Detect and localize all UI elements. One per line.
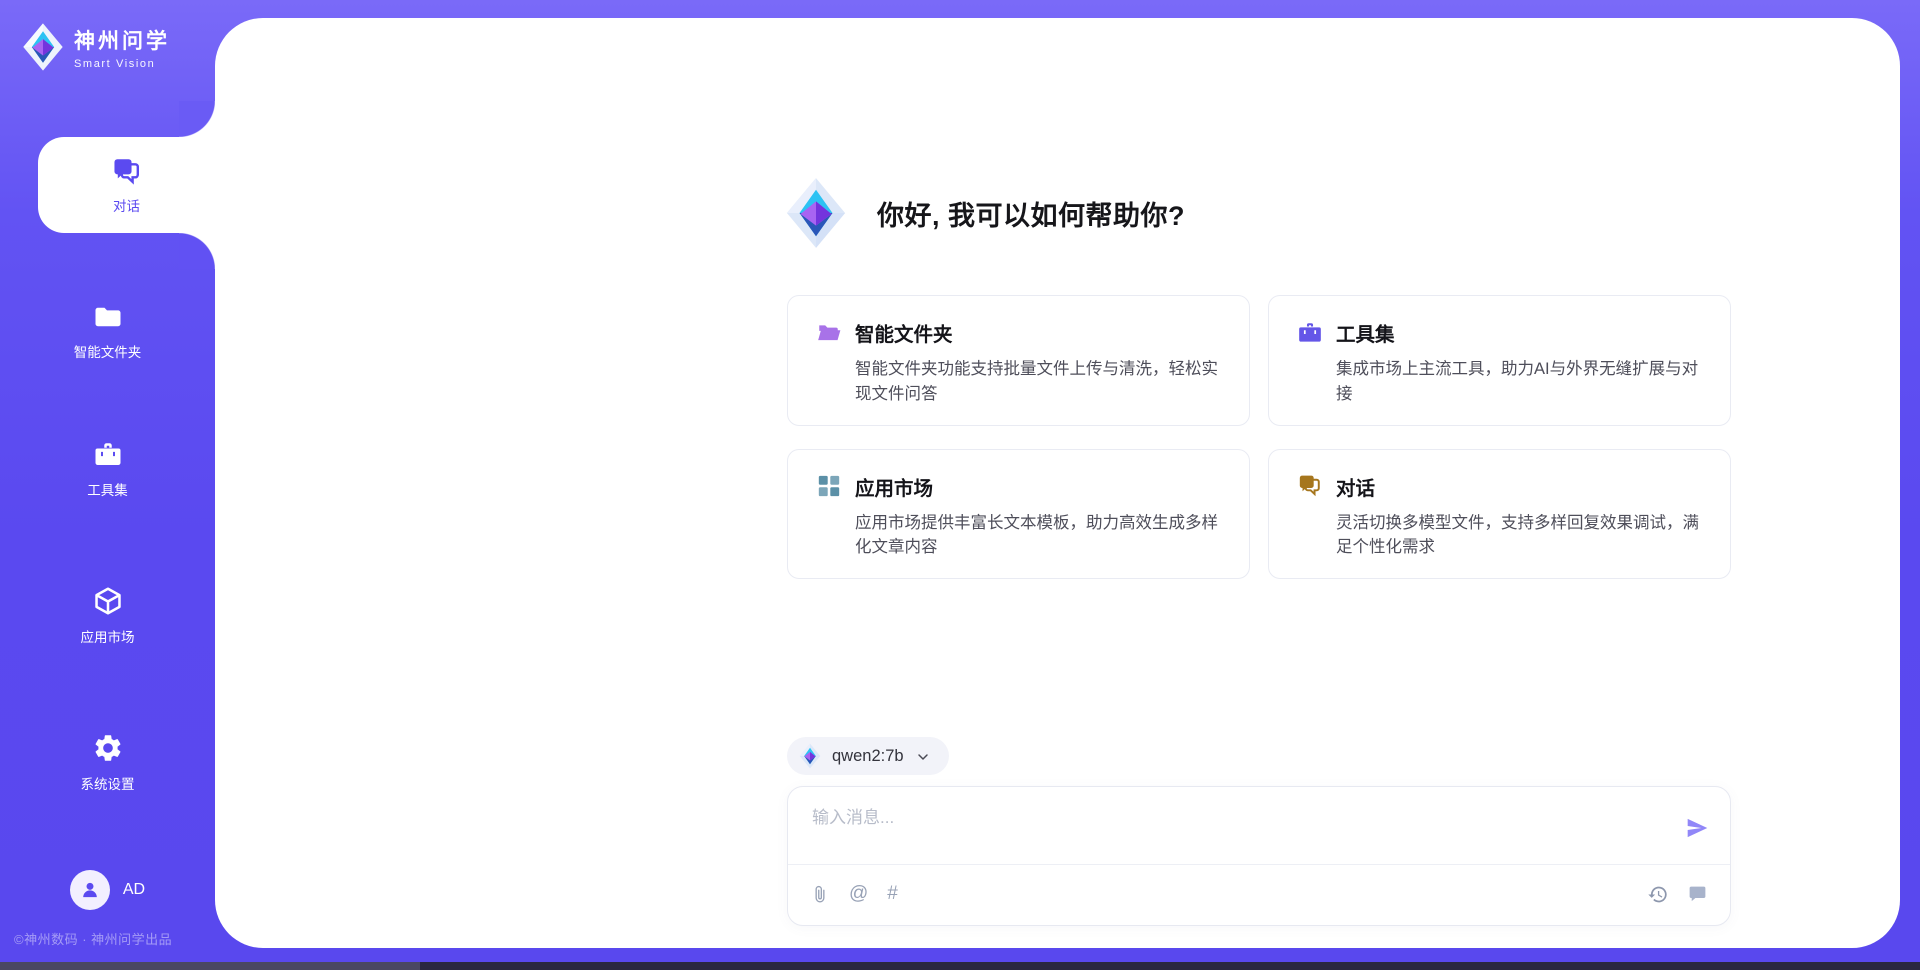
brand-text: 神州问学 Smart Vision <box>74 25 170 70</box>
chat-icon <box>111 156 143 188</box>
card-head: 应用市场 <box>816 472 1225 501</box>
card-toolset[interactable]: 工具集 集成市场上主流工具，助力AI与外界无缝扩展与对接 <box>1268 295 1731 426</box>
sidebar-item-label: 智能文件夹 <box>74 341 142 361</box>
model-selector[interactable]: qwen2:7b <box>787 737 949 775</box>
avatar <box>70 870 110 910</box>
card-title: 智能文件夹 <box>855 318 953 347</box>
sidebar-item-label: 系统设置 <box>81 773 135 793</box>
model-name: qwen2:7b <box>832 747 904 766</box>
sidebar-item-chat[interactable]: 对话 <box>38 137 215 233</box>
card-description: 集成市场上主流工具，助力AI与外界无缝扩展与对接 <box>1336 357 1706 407</box>
greeting-block: 你好, 我可以如何帮助你? <box>785 176 1185 250</box>
bottom-scrollbar[interactable] <box>0 962 1920 970</box>
card-app-market[interactable]: 应用市场 应用市场提供丰富长文本模板，助力高效生成多样化文章内容 <box>787 449 1250 580</box>
card-head: 对话 <box>1297 472 1706 501</box>
card-head: 智能文件夹 <box>816 318 1225 347</box>
brand-subtitle: Smart Vision <box>74 58 170 70</box>
user-name: AD <box>123 881 145 899</box>
sidebar-item-app-market[interactable]: 应用市场 <box>0 585 215 646</box>
composer-toolbar: @ # <box>788 863 1730 925</box>
card-description: 应用市场提供丰富长文本模板，助力高效生成多样化文章内容 <box>855 511 1225 561</box>
history-button[interactable] <box>1647 884 1668 905</box>
assistant-diamond-icon <box>785 176 847 250</box>
message-icon <box>1687 884 1708 905</box>
feature-cards: 智能文件夹 智能文件夹功能支持批量文件上传与清洗，轻松实现文件问答 工具集 集成… <box>787 295 1731 579</box>
chevron-down-icon <box>915 749 931 765</box>
card-title: 工具集 <box>1336 318 1395 347</box>
copyright-footer: ©神州数码 · 神州问学出品 <box>14 929 214 948</box>
gear-icon <box>92 732 124 764</box>
send-button[interactable] <box>1682 813 1712 843</box>
greeting-title: 你好, 我可以如何帮助你? <box>877 194 1185 233</box>
message-input[interactable] <box>812 803 1642 855</box>
paperclip-icon <box>810 884 830 904</box>
user-account[interactable]: AD <box>0 870 215 910</box>
cube-icon <box>92 585 124 617</box>
card-description: 智能文件夹功能支持批量文件上传与清洗，轻松实现文件问答 <box>855 357 1225 407</box>
sidebar-item-settings[interactable]: 系统设置 <box>0 732 215 793</box>
card-description: 灵活切换多模型文件，支持多样回复效果调试，满足个性化需求 <box>1336 511 1706 561</box>
card-head: 工具集 <box>1297 318 1706 347</box>
toolbox-icon <box>1297 320 1323 346</box>
brand-diamond-icon <box>22 22 64 72</box>
message-composer: @ # <box>787 786 1731 926</box>
history-icon <box>1647 884 1668 905</box>
card-smart-folder[interactable]: 智能文件夹 智能文件夹功能支持批量文件上传与清洗，轻松实现文件问答 <box>787 295 1250 426</box>
conversation-button[interactable] <box>1687 884 1708 905</box>
sidebar-item-toolset[interactable]: 工具集 <box>0 440 215 499</box>
folder-icon <box>93 302 123 332</box>
brand-header: 神州问学 Smart Vision <box>22 22 170 72</box>
card-chat[interactable]: 对话 灵活切换多模型文件，支持多样回复效果调试，满足个性化需求 <box>1268 449 1731 580</box>
model-diamond-icon <box>799 743 821 769</box>
hash-icon[interactable]: # <box>887 883 898 905</box>
sidebar-item-label: 工具集 <box>87 479 128 499</box>
card-title: 应用市场 <box>855 472 933 501</box>
at-icon[interactable]: @ <box>849 883 868 905</box>
sidebar-item-label: 应用市场 <box>81 626 135 646</box>
main-panel: 你好, 我可以如何帮助你? 智能文件夹 智能文件夹功能支持批量文件上传与清洗，轻… <box>215 18 1900 948</box>
sidebar-item-smart-folder[interactable]: 智能文件夹 <box>0 302 215 361</box>
user-avatar-icon <box>79 879 101 901</box>
card-title: 对话 <box>1336 472 1375 501</box>
folder-open-icon <box>816 320 842 346</box>
toolbox-icon <box>93 440 123 470</box>
grid-icon <box>816 473 842 499</box>
brand-title: 神州问学 <box>74 25 170 55</box>
chat-icon <box>1297 473 1323 499</box>
send-icon <box>1684 815 1710 841</box>
attach-file-button[interactable] <box>810 884 830 904</box>
sidebar-item-label: 对话 <box>113 195 140 215</box>
